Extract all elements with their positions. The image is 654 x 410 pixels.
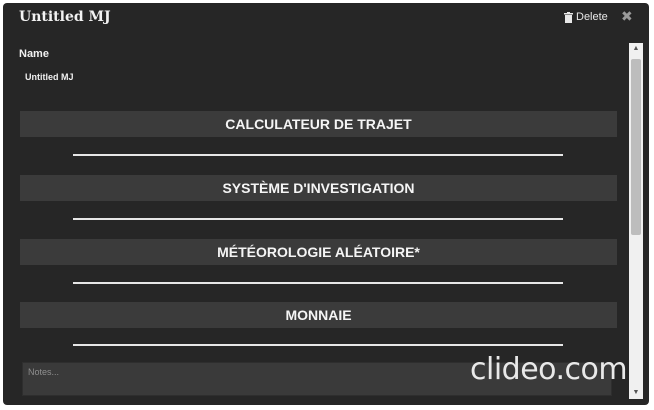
section-divider xyxy=(73,344,563,346)
scroll-up-arrow-icon[interactable]: ▲ xyxy=(629,43,643,55)
scroll-thumb[interactable] xyxy=(631,59,641,235)
watermark: clideo.com xyxy=(470,352,628,387)
section-calculateur-de-trajet[interactable]: CALCULATEUR DE TRAJET xyxy=(20,111,617,137)
character-sheet-dialog: Untitled MJ Delete ✖ Name Untitled MJ CA… xyxy=(3,3,649,405)
section-monnaie[interactable]: MONNAIE xyxy=(20,302,617,328)
section-systeme-investigation[interactable]: SYSTÈME D'INVESTIGATION xyxy=(20,175,617,201)
dialog-content: Name Untitled MJ CALCULATEUR DE TRAJET S… xyxy=(3,41,629,401)
vertical-scrollbar[interactable]: ▲ ▼ xyxy=(629,43,643,399)
section-divider xyxy=(73,154,563,156)
delete-button[interactable]: Delete xyxy=(564,11,608,23)
name-value[interactable]: Untitled MJ xyxy=(25,72,74,82)
close-icon[interactable]: ✖ xyxy=(621,8,633,25)
section-divider xyxy=(73,218,563,220)
dialog-title: Untitled MJ xyxy=(19,9,111,25)
delete-label: Delete xyxy=(576,11,608,23)
section-meteorologie-aleatoire[interactable]: MÉTÉOROLOGIE ALÉATOIRE* xyxy=(20,239,617,265)
section-divider xyxy=(73,282,563,284)
trash-icon xyxy=(564,11,573,23)
name-label: Name xyxy=(19,48,49,60)
scroll-down-arrow-icon[interactable]: ▼ xyxy=(629,387,643,399)
